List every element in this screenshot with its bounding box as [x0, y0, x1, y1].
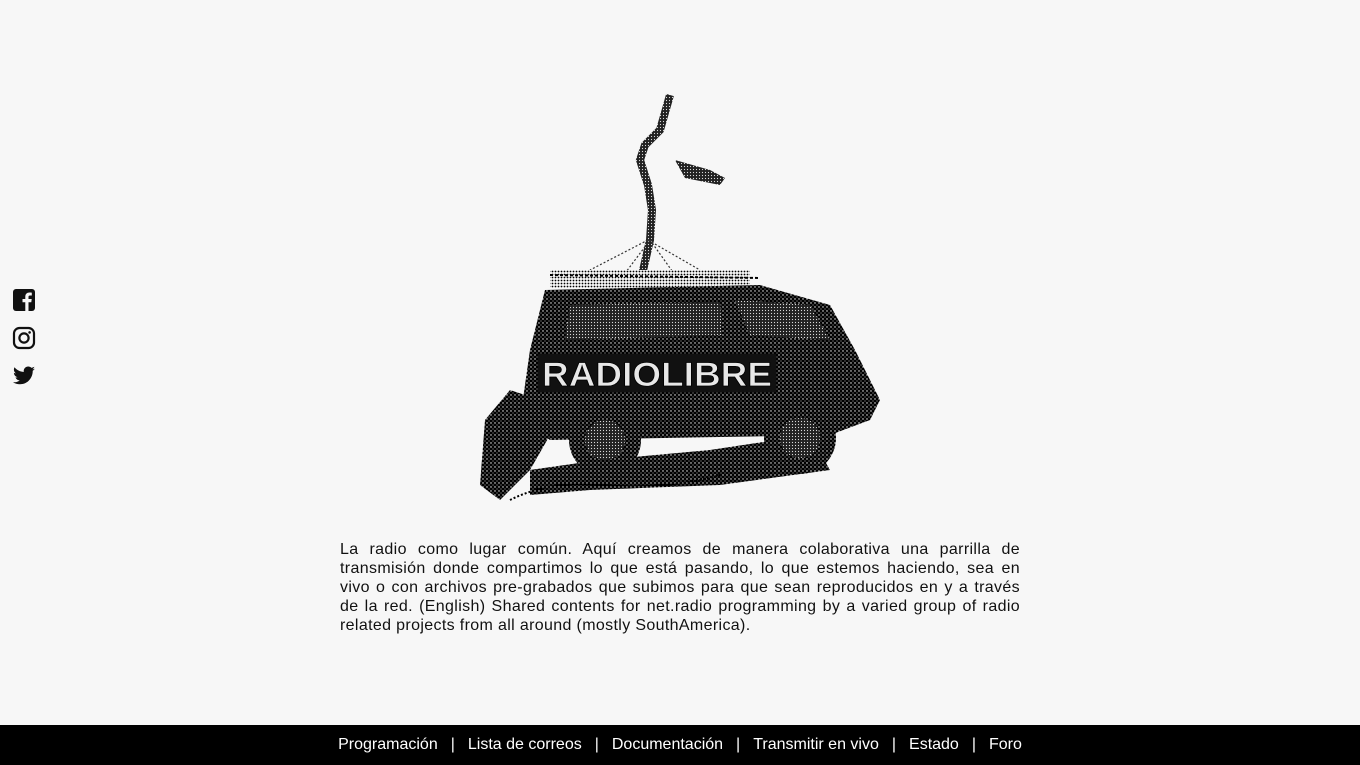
footer-link-programacion[interactable]: Programación [338, 736, 438, 754]
facebook-icon [13, 289, 35, 311]
twitter-icon [13, 366, 35, 385]
site-description: La radio como lugar común. Aquí creamos … [340, 541, 1020, 634]
social-links [12, 288, 36, 388]
facebook-link[interactable] [12, 288, 36, 312]
footer-separator: | [450, 736, 455, 753]
hero-image: RADIOLIBRE [470, 90, 890, 520]
instagram-icon [12, 326, 36, 350]
footer-link-documentacion[interactable]: Documentación [612, 736, 723, 754]
footer-separator: | [971, 736, 976, 753]
footer-link-transmitir-en-vivo[interactable]: Transmitir en vivo [753, 736, 879, 754]
radiolibre-logo-text: RADIOLIBRE [542, 356, 772, 394]
footer-separator: | [594, 736, 599, 753]
twitter-link[interactable] [12, 364, 36, 388]
footer-link-lista-de-correos[interactable]: Lista de correos [468, 736, 582, 754]
footer-separator: | [736, 736, 741, 753]
footer-link-foro[interactable]: Foro [989, 736, 1022, 754]
footer-link-estado[interactable]: Estado [909, 736, 959, 754]
footer-nav: Programación | Lista de correos | Docume… [0, 725, 1360, 765]
radio-van-illustration: RADIOLIBRE [480, 93, 880, 501]
page: RADIOLIBRE La radio como lugar común. Aq… [0, 0, 1360, 765]
instagram-link[interactable] [12, 326, 36, 350]
footer-separator: | [891, 736, 897, 753]
